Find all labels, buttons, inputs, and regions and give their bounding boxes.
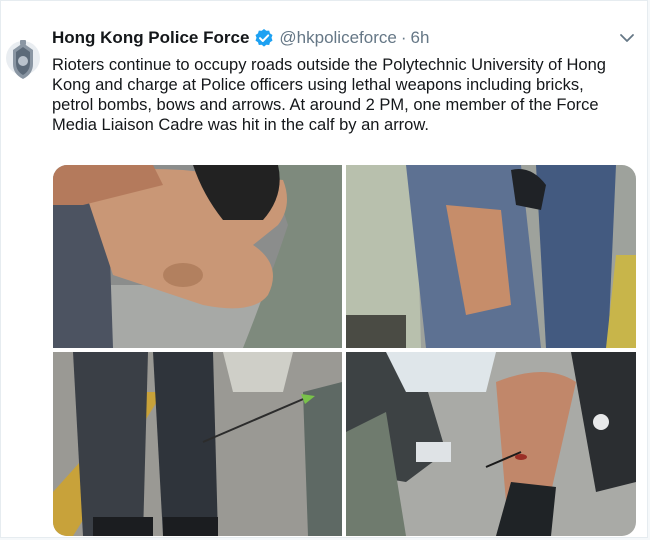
tweet-card[interactable]: Hong Kong Police Force @hkpoliceforce · … — [0, 0, 648, 538]
tweet-text-line: Rioters continue to occupy roads outside… — [52, 56, 606, 74]
account-handle[interactable]: @hkpoliceforce — [279, 28, 396, 48]
photo-arrow-in-calf[interactable] — [346, 352, 636, 536]
photo-arrow-in-leg-standing[interactable] — [53, 352, 342, 536]
account-name[interactable]: Hong Kong Police Force — [52, 28, 249, 48]
photo-torn-trouser-leg[interactable] — [346, 165, 636, 348]
tweet-text-line: Kong and charge at Police officers using… — [52, 76, 584, 94]
avatar[interactable] — [5, 34, 41, 86]
chevron-down-icon[interactable] — [618, 31, 636, 45]
verified-badge-icon — [254, 28, 274, 48]
tweet-text-line: petrol bombs, bows and arrows. At around… — [52, 96, 599, 114]
photo-wound-closeup[interactable] — [53, 165, 342, 348]
timestamp[interactable]: 6h — [411, 28, 430, 48]
police-crest-icon — [6, 40, 40, 79]
separator-dot: · — [400, 28, 407, 47]
tweet-text: Rioters continue to occupy roads outside… — [52, 55, 637, 135]
media-grid — [53, 165, 636, 536]
tweet-header: Hong Kong Police Force @hkpoliceforce · … — [52, 26, 429, 50]
tweet-text-line: Media Liaison Cadre was hit in the calf … — [52, 116, 429, 134]
